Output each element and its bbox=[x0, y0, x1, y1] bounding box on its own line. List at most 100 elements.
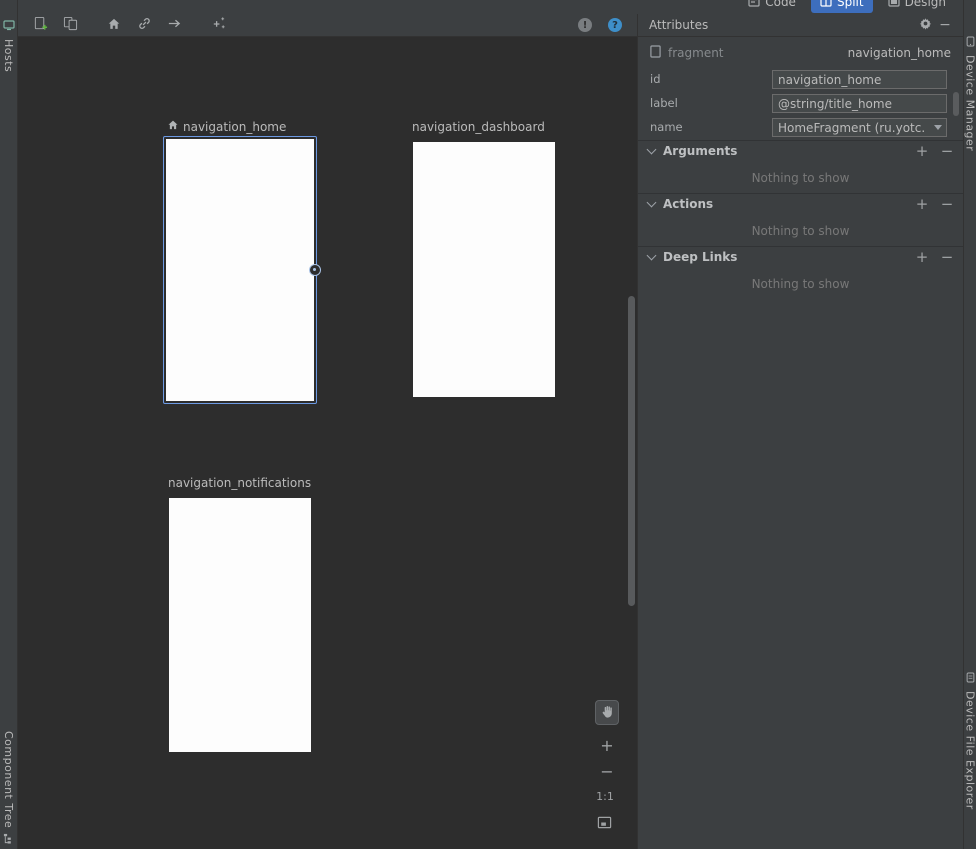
destination-type-row: fragment navigation_home bbox=[638, 41, 963, 65]
tool-window-button-component-tree[interactable]: Component Tree bbox=[0, 731, 17, 847]
attribute-fields: id label name HomeFragment (ru.yotc. bbox=[638, 68, 963, 140]
id-input[interactable] bbox=[772, 70, 947, 89]
fragment-label-text: navigation_notifications bbox=[168, 476, 311, 490]
chevron-down-icon bbox=[647, 198, 657, 208]
tool-window-label: Hosts bbox=[2, 39, 15, 72]
home-icon bbox=[107, 17, 121, 34]
help-button[interactable]: ? bbox=[603, 15, 627, 35]
section-title: Arguments bbox=[663, 144, 737, 158]
attributes-scrollbar-thumb[interactable] bbox=[953, 92, 959, 116]
canvas-scrollbar-thumb[interactable] bbox=[628, 296, 635, 606]
empty-message: Nothing to show bbox=[638, 277, 963, 292]
warning-icon: ! bbox=[578, 18, 592, 32]
split-icon bbox=[820, 0, 832, 10]
label-field-label: label bbox=[650, 96, 678, 110]
action-arrow-icon bbox=[167, 16, 182, 34]
chevron-down-icon bbox=[647, 251, 657, 261]
action-button[interactable] bbox=[162, 15, 186, 35]
fragment-navigation-home[interactable] bbox=[163, 136, 317, 404]
hand-icon bbox=[600, 704, 615, 722]
empty-message: Nothing to show bbox=[638, 224, 963, 239]
pan-button[interactable] bbox=[595, 700, 619, 725]
action-handle[interactable] bbox=[309, 264, 321, 276]
tool-window-label: Device Manager bbox=[964, 55, 976, 151]
section-deep-links: Deep Links + − Nothing to show bbox=[638, 246, 963, 292]
field-row-id: id bbox=[638, 68, 963, 92]
fragment-label-navigation-home[interactable]: navigation_home bbox=[167, 119, 286, 134]
tab-design-label: Design bbox=[905, 0, 946, 9]
id-field-label: id bbox=[650, 72, 661, 86]
remove-argument-button[interactable]: − bbox=[939, 143, 955, 159]
help-icon: ? bbox=[608, 18, 622, 32]
home-icon bbox=[167, 119, 179, 134]
fragment-label-navigation-dashboard[interactable]: navigation_dashboard bbox=[412, 119, 545, 134]
hide-panel-button[interactable]: − bbox=[935, 16, 955, 34]
name-field-label: name bbox=[650, 120, 683, 134]
design-icon bbox=[888, 0, 900, 10]
tool-window-label: Component Tree bbox=[2, 731, 15, 828]
minimize-icon: − bbox=[939, 20, 951, 30]
settings-button[interactable] bbox=[915, 16, 935, 34]
device-icon bbox=[966, 36, 975, 50]
hosts-icon bbox=[3, 19, 15, 34]
empty-message: Nothing to show bbox=[638, 171, 963, 186]
destination-id-value: navigation_home bbox=[848, 46, 951, 60]
name-dropdown-value: HomeFragment (ru.yotc. bbox=[778, 121, 934, 135]
fragment-label-navigation-notifications[interactable]: navigation_notifications bbox=[168, 475, 311, 490]
destination-type: fragment bbox=[668, 46, 724, 60]
label-input[interactable] bbox=[772, 94, 947, 113]
section-actions-header[interactable]: Actions + − bbox=[638, 193, 963, 214]
fragment-label-text: navigation_dashboard bbox=[412, 120, 545, 134]
new-destination-button[interactable] bbox=[28, 15, 52, 35]
add-destination-icon bbox=[33, 16, 48, 34]
issues-button[interactable]: ! bbox=[573, 15, 597, 35]
tool-window-button-device-file-explorer[interactable]: Device File Explorer bbox=[964, 672, 976, 810]
remove-action-button[interactable]: − bbox=[939, 196, 955, 212]
start-destination-button[interactable] bbox=[102, 15, 126, 35]
right-tool-stripe: Device Manager Device File Explorer bbox=[963, 0, 976, 849]
tab-design[interactable]: Design bbox=[879, 0, 955, 13]
code-icon bbox=[748, 0, 760, 10]
attributes-header: Attributes − bbox=[638, 14, 963, 37]
deep-link-button[interactable] bbox=[132, 15, 156, 35]
fragment-navigation-dashboard[interactable] bbox=[413, 142, 555, 397]
name-dropdown[interactable]: HomeFragment (ru.yotc. bbox=[772, 118, 947, 137]
section-actions: Actions + − Nothing to show bbox=[638, 193, 963, 239]
remove-deep-link-button[interactable]: − bbox=[939, 249, 955, 265]
section-arguments-header[interactable]: Arguments + − bbox=[638, 140, 963, 161]
fragment-navigation-notifications[interactable] bbox=[169, 498, 311, 752]
auto-arrange-button[interactable] bbox=[206, 15, 230, 35]
tool-window-button-device-manager[interactable]: Device Manager bbox=[964, 36, 976, 151]
add-argument-button[interactable]: + bbox=[914, 143, 930, 159]
section-title: Actions bbox=[663, 197, 713, 211]
section-deep-links-header[interactable]: Deep Links + − bbox=[638, 246, 963, 267]
nested-graph-button[interactable] bbox=[58, 15, 82, 35]
zoom-reset-button[interactable]: 1:1 bbox=[593, 790, 617, 803]
tab-code[interactable]: Code bbox=[739, 0, 805, 13]
fragment-label-text: navigation_home bbox=[183, 120, 286, 134]
zoom-to-fit-button[interactable] bbox=[597, 815, 613, 831]
left-tool-stripe: Hosts Component Tree bbox=[0, 0, 18, 849]
section-title: Deep Links bbox=[663, 250, 737, 264]
field-row-label: label bbox=[638, 92, 963, 116]
nested-graph-icon bbox=[63, 16, 78, 34]
zoom-in-button[interactable]: + bbox=[598, 737, 616, 755]
nav-editor-toolbar: ! ? bbox=[18, 14, 637, 37]
nav-graph-canvas[interactable]: navigation_home navigation_dashboard nav… bbox=[18, 37, 637, 849]
add-deep-link-button[interactable]: + bbox=[914, 249, 930, 265]
fit-screen-icon bbox=[597, 819, 612, 833]
editor-mode-tabs: Code Split Design bbox=[739, 0, 955, 13]
tool-window-button-hosts[interactable]: Hosts bbox=[0, 19, 17, 72]
add-action-button[interactable]: + bbox=[914, 196, 930, 212]
field-row-name: name HomeFragment (ru.yotc. bbox=[638, 116, 963, 140]
fragment-icon bbox=[650, 45, 661, 61]
zoom-out-button[interactable]: − bbox=[598, 763, 616, 781]
tab-split[interactable]: Split bbox=[811, 0, 873, 13]
section-arguments: Arguments + − Nothing to show bbox=[638, 140, 963, 186]
attributes-title: Attributes bbox=[649, 18, 915, 32]
link-icon bbox=[137, 16, 152, 34]
editor-mode-bar: Code Split Design bbox=[18, 0, 963, 14]
device-file-explorer-icon bbox=[966, 672, 975, 686]
tool-window-label: Device File Explorer bbox=[964, 691, 976, 810]
tab-split-label: Split bbox=[837, 0, 864, 9]
